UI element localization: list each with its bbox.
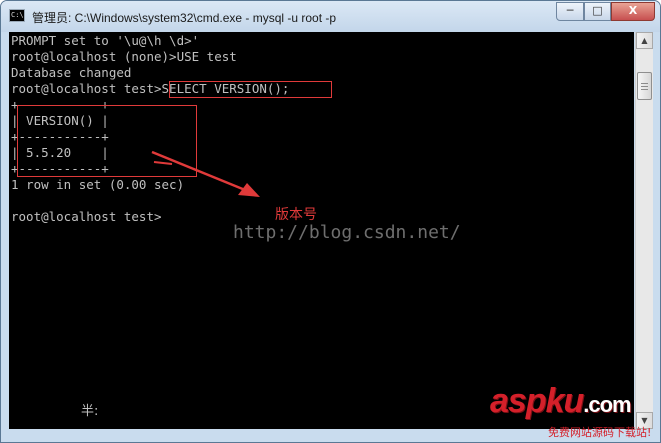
console-prompt: root@localhost test> [11, 209, 162, 224]
title-bar[interactable]: C:\ 管理员: C:\Windows\system32\cmd.exe - m… [1, 1, 660, 32]
vertical-scrollbar[interactable]: ▲ ▼ [635, 32, 653, 429]
minimize-button[interactable]: ─ [556, 2, 584, 21]
aspku-logo: aspku.com [490, 382, 632, 421]
red-arrow-icon [151, 150, 260, 197]
select-version-highlight [169, 81, 332, 98]
ime-status: 半: [81, 404, 99, 419]
logo-brand: aspku [490, 382, 584, 420]
maximize-button[interactable]: □ [584, 2, 611, 21]
scroll-thumb[interactable] [637, 72, 652, 100]
version-annotation-label: 版本号 [275, 207, 317, 223]
console-line: root@localhost (none)>USE test [11, 49, 237, 64]
thumb-grip [641, 83, 648, 84]
thumb-grip [641, 86, 648, 87]
thumb-grip [641, 89, 648, 90]
close-button[interactable]: X [611, 2, 655, 21]
window-title: 管理员: C:\Windows\system32\cmd.exe - mysql… [32, 11, 337, 25]
console-line: Database changed [11, 65, 132, 80]
cmd-app-icon[interactable]: C:\ [9, 9, 25, 22]
csdn-watermark: http://blog.csdn.net/ [233, 222, 461, 243]
logo-tld: .com [583, 392, 631, 417]
console-line: PROMPT set to '\u@\h \d>' [11, 33, 200, 48]
logo-tagline: 免费网站源码下载站! [548, 426, 652, 439]
scroll-up-button[interactable]: ▲ [636, 32, 653, 49]
